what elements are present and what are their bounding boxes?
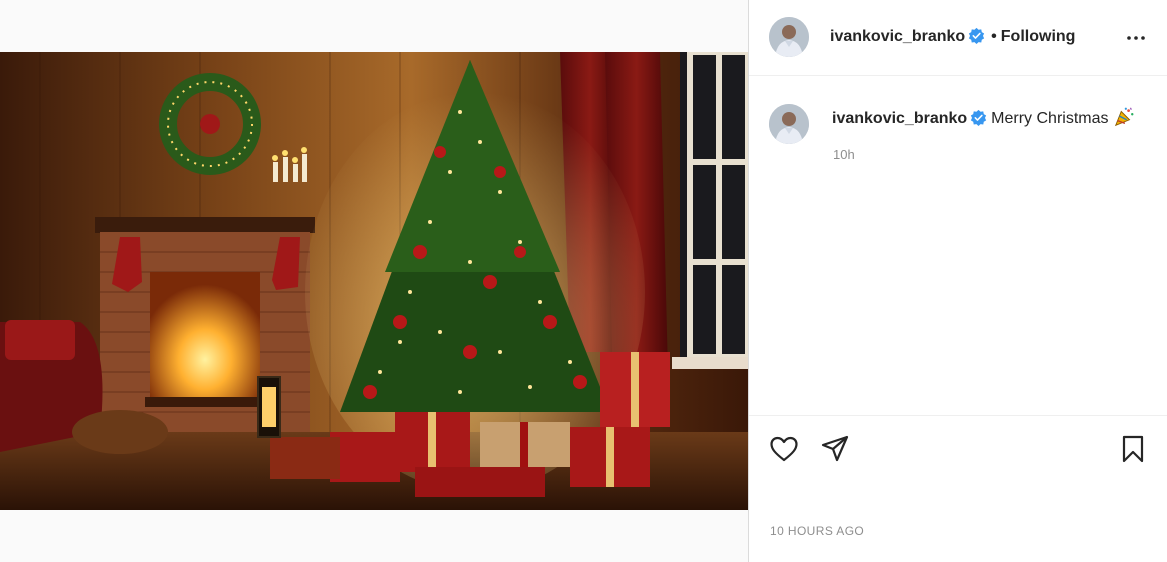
post-timestamp[interactable]: 10 HOURS AGO [770, 524, 864, 538]
user-avatar-image [769, 17, 809, 57]
action-bar [749, 415, 1167, 485]
paper-plane-icon[interactable] [820, 434, 850, 464]
following-button[interactable]: Following [1001, 28, 1076, 45]
caption-username-link[interactable]: ivankovic_branko [832, 110, 967, 127]
avatar[interactable] [769, 104, 809, 144]
heart-icon[interactable] [769, 434, 799, 464]
relative-time[interactable]: 10h [833, 147, 855, 162]
more-options-icon[interactable] [1124, 26, 1148, 50]
media-pane [0, 0, 748, 562]
post-sidebar: ivankovic_branko • Following ivankovic_b… [748, 0, 1167, 562]
christmas-scene-image [0, 52, 748, 510]
caption-area: ivankovic_branko Merry Christmas 10h [749, 77, 1167, 415]
user-avatar-image [769, 104, 809, 144]
separator-dot: • [991, 28, 997, 45]
avatar[interactable] [769, 17, 809, 57]
caption-line: ivankovic_branko Merry Christmas [832, 106, 1135, 128]
party-popper-icon [1114, 107, 1133, 127]
username-link[interactable]: ivankovic_branko [830, 28, 965, 45]
post-header: ivankovic_branko • Following [749, 0, 1167, 76]
verified-badge-icon [969, 27, 985, 44]
header-name-row: ivankovic_branko • Following [830, 27, 1075, 46]
verified-badge-icon [971, 109, 987, 126]
caption-text: Merry Christmas [991, 110, 1109, 127]
post-viewer: ivankovic_branko • Following ivankovic_b… [0, 0, 1167, 562]
post-photo[interactable] [0, 52, 748, 510]
bookmark-icon[interactable] [1118, 434, 1148, 464]
